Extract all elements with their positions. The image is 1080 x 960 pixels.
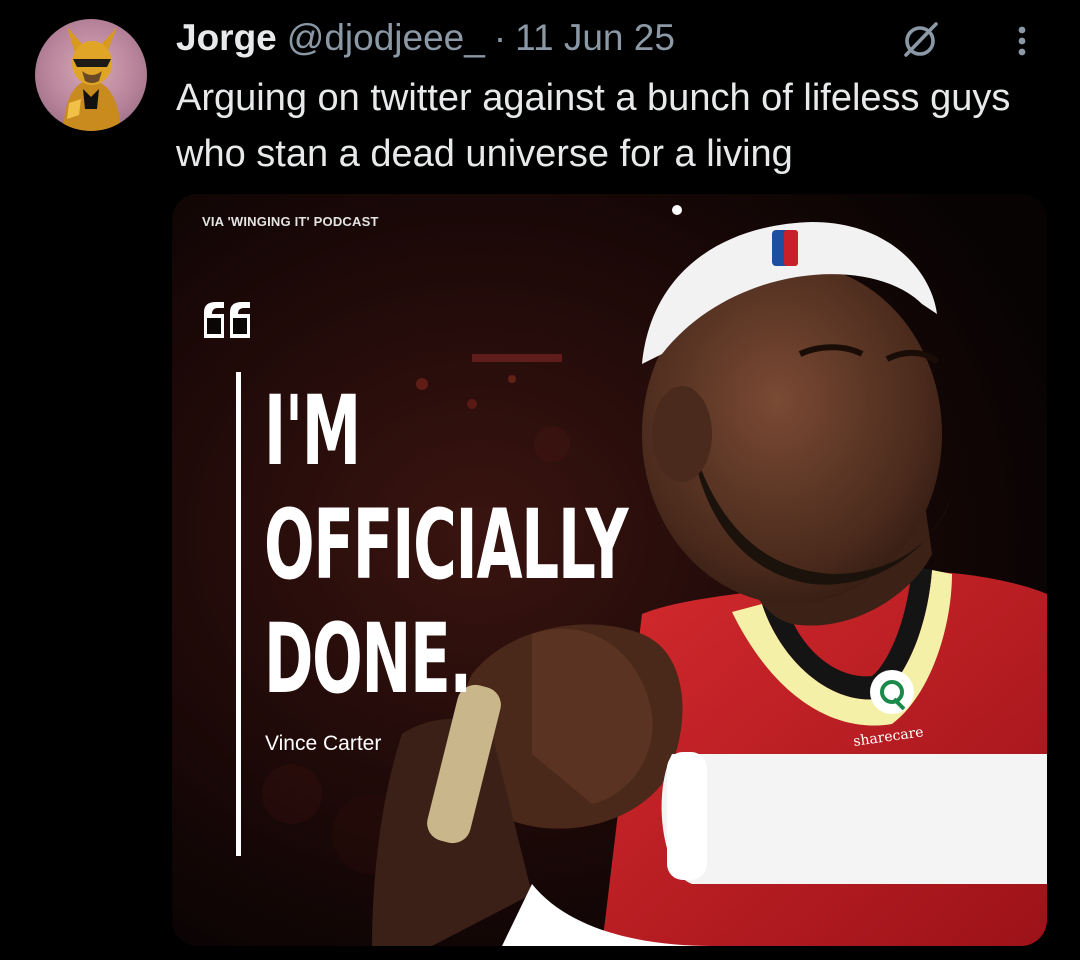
more-vertical-icon[interactable] (1012, 20, 1032, 60)
header-actions (900, 20, 1032, 60)
quote-icon (204, 302, 250, 338)
user-avatar[interactable] (35, 19, 147, 131)
author-handle[interactable]: @djodjeee_ (287, 17, 485, 59)
source-label: VIA 'WINGING IT' PODCAST (202, 214, 379, 229)
media-image[interactable]: sharecare VIA 'WINGING IT' PODCAST I'M O… (172, 194, 1047, 946)
quote-attribution: Vince Carter (265, 732, 382, 755)
headline-quote: I'M OFFICIALLY DONE. (264, 374, 628, 716)
tweet-text: Arguing on twitter against a bunch of li… (176, 77, 1011, 175)
headline-line-3: DONE. (264, 603, 472, 715)
tweet-header: Jorge @djodjeee_ · 11 Jun 25 (176, 14, 675, 62)
headline-line-1: I'M (264, 375, 361, 487)
tweet[interactable]: Jorge @djodjeee_ · 11 Jun 25 Arguing on … (0, 0, 1080, 960)
superhero-avatar-icon (63, 27, 121, 131)
post-date[interactable]: 11 Jun 25 (515, 17, 675, 59)
separator: · (493, 17, 507, 58)
headline-line-2: OFFICIALLY (264, 489, 628, 601)
grok-icon[interactable] (900, 20, 940, 60)
author-name[interactable]: Jorge (176, 17, 277, 59)
accent-line (236, 372, 241, 856)
